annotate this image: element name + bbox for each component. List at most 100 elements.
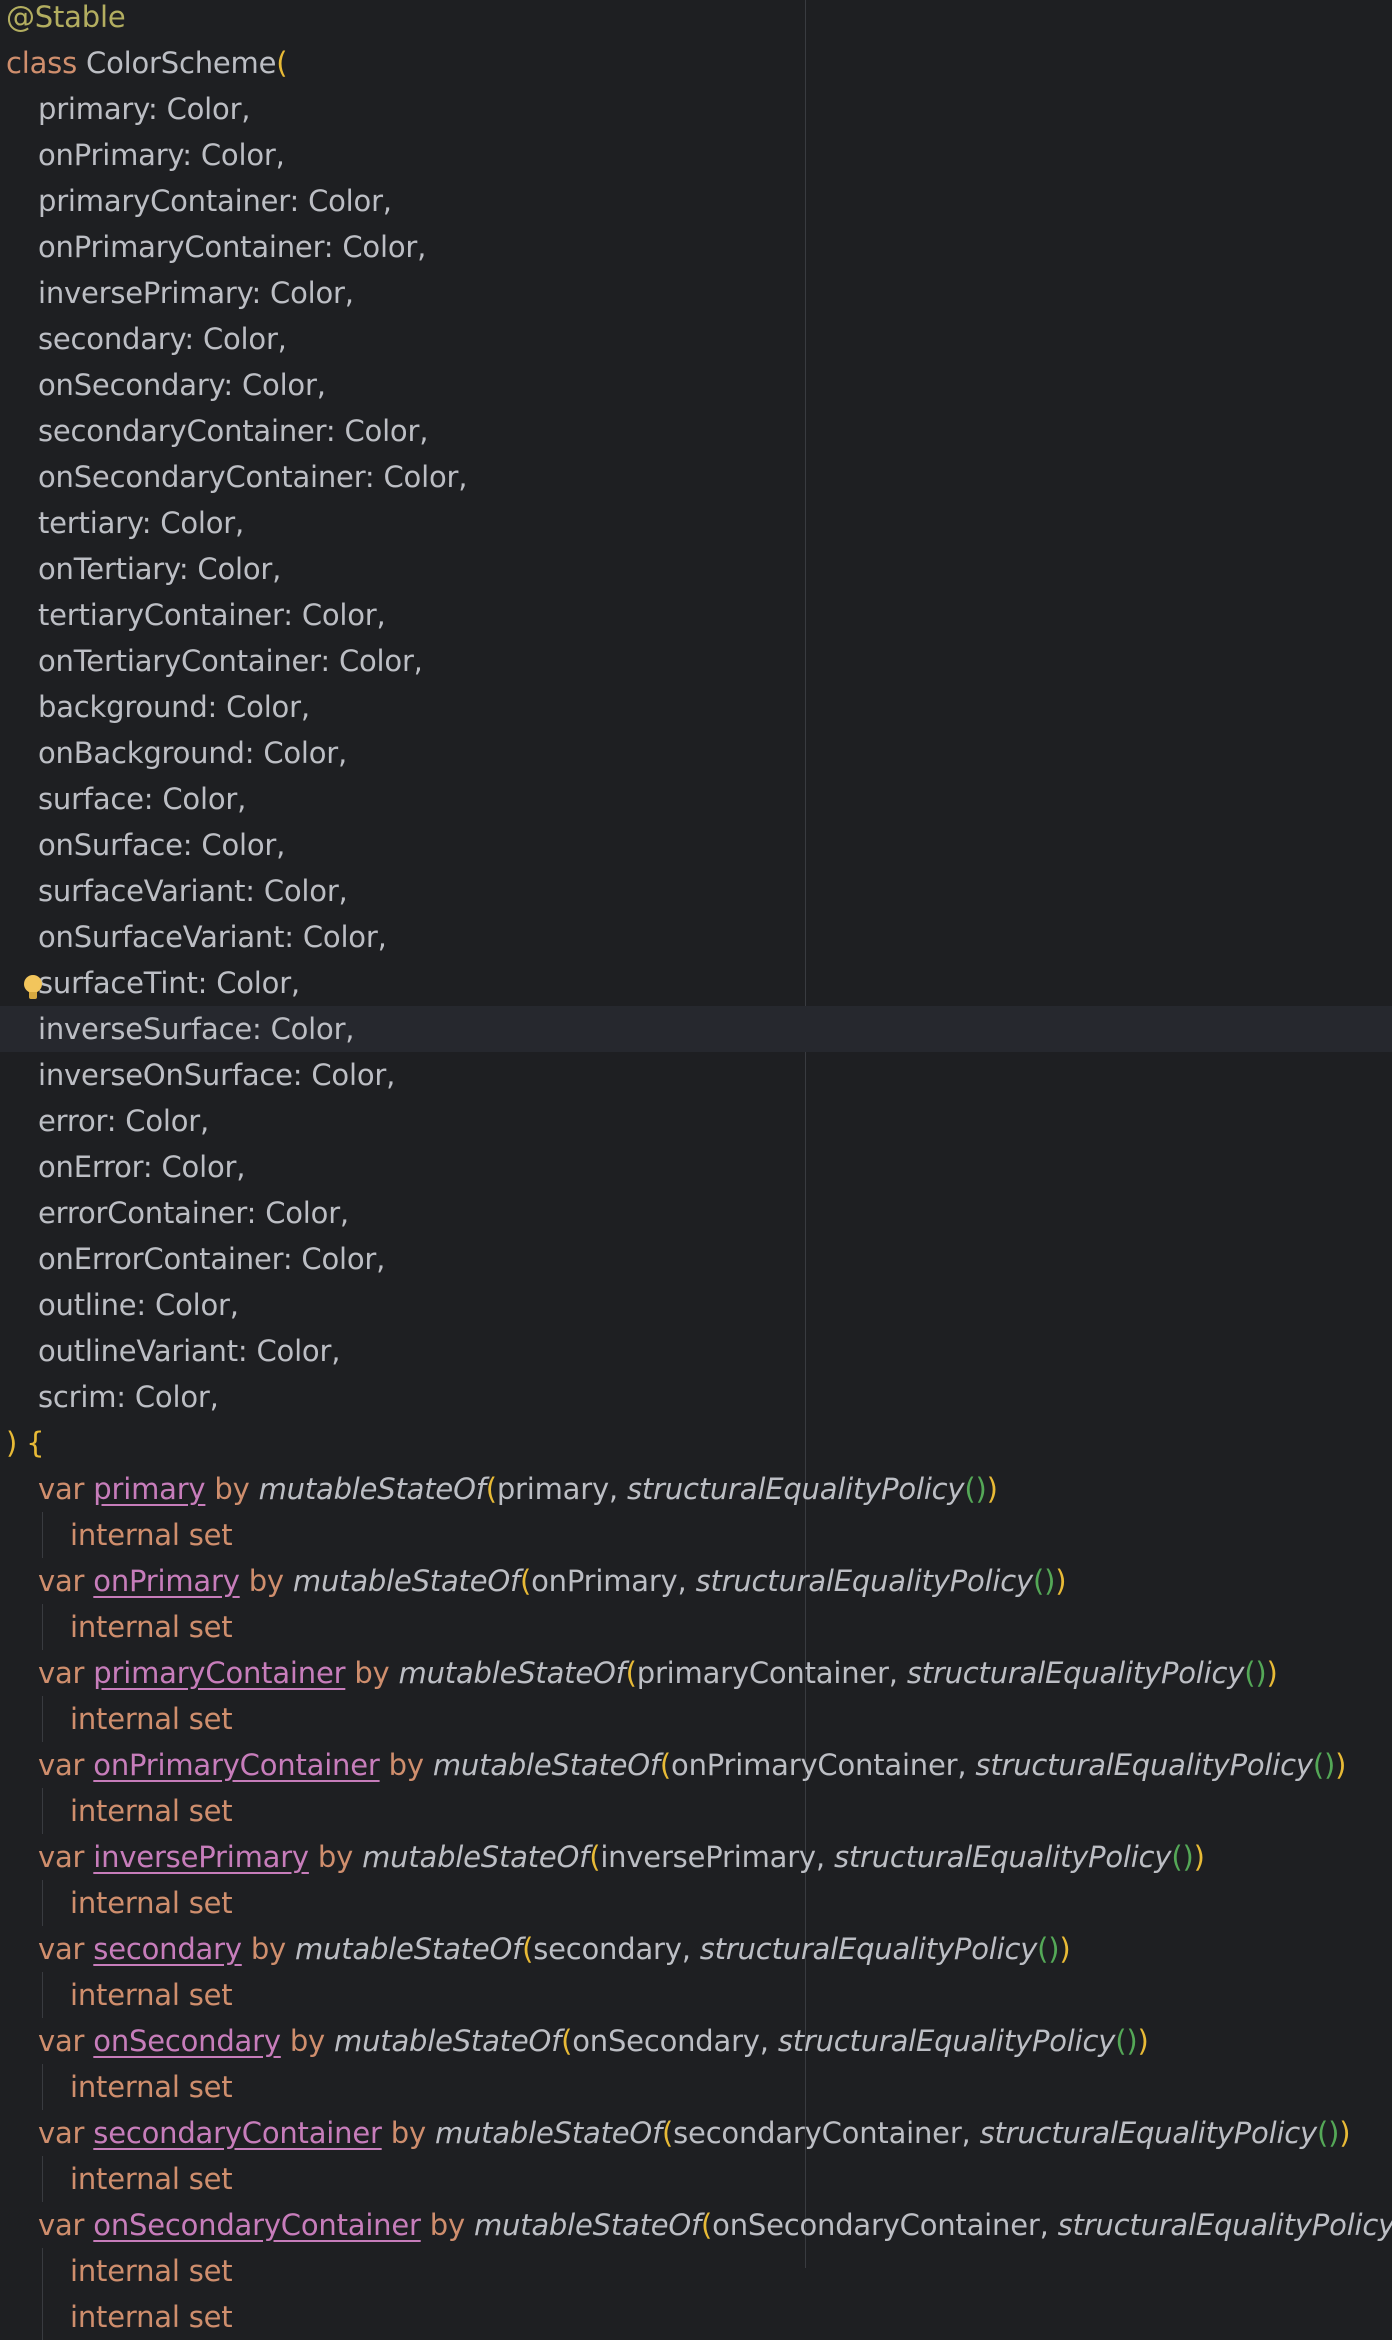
param-line[interactable]: onSecondary: Color, [0,362,1392,408]
open-paren: ( [561,2024,573,2058]
param-line[interactable]: onBackground: Color, [0,730,1392,776]
param-line[interactable]: onPrimaryContainer: Color, [0,224,1392,270]
param-line[interactable]: tertiaryContainer: Color, [0,592,1392,638]
open-paren: ( [625,1656,637,1690]
property-line[interactable]: var secondaryContainer by mutableStateOf… [0,2110,1392,2156]
internal-set: internal set [70,1518,233,1552]
lightbulb-base [29,992,37,999]
empty-call-parens: () [964,1472,987,1506]
internal-set: internal set [70,2254,233,2288]
param-line[interactable]: outline: Color, [0,1282,1392,1328]
var-keyword: var [38,1564,85,1598]
var-keyword: var [38,2116,85,2150]
property-name: onPrimary [93,1564,240,1598]
open-paren: ( [701,2208,713,2242]
var-keyword: var [38,1748,85,1782]
param-line[interactable]: onTertiary: Color, [0,546,1392,592]
argument-separator: , [677,1564,696,1598]
param-declaration: primary: Color, [38,92,251,126]
param-line[interactable]: onError: Color, [0,1144,1392,1190]
param-line[interactable]: surfaceVariant: Color, [0,868,1392,914]
internal-set: internal set [70,1978,233,2012]
annotation-line[interactable]: @Stable [0,0,1392,40]
param-line[interactable]: tertiary: Color, [0,500,1392,546]
property-line[interactable]: var onPrimaryContainer by mutableStateOf… [0,1742,1392,1788]
setter-line[interactable]: internal set [0,1604,1392,1650]
param-declaration: error: Color, [38,1104,210,1138]
param-line[interactable]: outlineVariant: Color, [0,1328,1392,1374]
argument-separator: , [888,1656,907,1690]
param-line[interactable]: onSurfaceVariant: Color, [0,914,1392,960]
argument: secondaryContainer [673,2116,962,2150]
param-line[interactable]: onSurface: Color, [0,822,1392,868]
param-line[interactable]: onSecondaryContainer: Color, [0,454,1392,500]
argument-separator: , [815,1840,834,1874]
setter-line[interactable]: internal set [0,2248,1392,2294]
param-declaration: onTertiary: Color, [38,552,282,586]
param-line[interactable]: inverseSurface: Color, [0,1006,1392,1052]
code-lines[interactable]: @Stable class ColorScheme( primary: Color,… [0,0,1392,2340]
policy-call: structuralEqualityPolicy [833,1840,1172,1874]
param-line[interactable]: inverseOnSurface: Color, [0,1052,1392,1098]
lightbulb-glass [24,975,42,993]
param-line[interactable]: onTertiaryContainer: Color, [0,638,1392,684]
param-declaration: inverseSurface: Color, [38,1012,355,1046]
lightbulb-icon[interactable] [24,975,42,1001]
setter-line[interactable]: internal set [0,1788,1392,1834]
property-line[interactable]: var inversePrimary by mutableStateOf(inv… [0,1834,1392,1880]
property-name: primary [93,1472,206,1506]
property-line[interactable]: var primaryContainer by mutableStateOf(p… [0,1650,1392,1696]
setter-line[interactable]: internal set [0,1972,1392,2018]
setter-line-partial[interactable]: internal set [0,2294,1392,2340]
close-paren: ) [1137,2024,1149,2058]
param-line[interactable]: surfaceTint: Color, [0,960,1392,1006]
setter-line[interactable]: internal set [0,1696,1392,1742]
open-paren: ( [520,1564,532,1598]
body-open-line[interactable]: ) { [0,1420,1392,1466]
empty-call-parens: () [1037,1932,1060,1966]
policy-call: structuralEqualityPolicy [975,1748,1313,1782]
param-line[interactable]: secondaryContainer: Color, [0,408,1392,454]
setter-line[interactable]: internal set [0,1512,1392,1558]
param-line[interactable]: primaryContainer: Color, [0,178,1392,224]
param-declaration: onError: Color, [38,1150,246,1184]
param-line[interactable]: surface: Color, [0,776,1392,822]
close-paren: ) [1266,1656,1278,1690]
param-declaration: secondaryContainer: Color, [38,414,429,448]
param-line[interactable]: primary: Color, [0,86,1392,132]
policy-call: structuralEqualityPolicy [695,1564,1034,1598]
policy-call: structuralEqualityPolicy [777,2024,1116,2058]
property-line[interactable]: var primary by mutableStateOf(primary, s… [0,1466,1392,1512]
property-line[interactable]: var onSecondaryContainer by mutableState… [0,2202,1392,2248]
param-declaration: onSecondary: Color, [38,368,326,402]
class-declaration-line[interactable]: class ColorScheme( [0,40,1392,86]
empty-call-parens: () [1244,1656,1267,1690]
param-line[interactable]: scrim: Color, [0,1374,1392,1420]
param-line[interactable]: secondary: Color, [0,316,1392,362]
mutable-state-call: mutableStateOf [258,1472,486,1506]
setter-line[interactable]: internal set [0,2064,1392,2110]
internal-set: internal set [70,1702,233,1736]
property-name: primaryContainer [93,1656,346,1690]
empty-call-parens: () [1312,1748,1336,1782]
property-line[interactable]: var secondary by mutableStateOf(secondar… [0,1926,1392,1972]
param-line[interactable]: error: Color, [0,1098,1392,1144]
param-line[interactable]: errorContainer: Color, [0,1190,1392,1236]
param-line[interactable]: background: Color, [0,684,1392,730]
setter-line[interactable]: internal set [0,1880,1392,1926]
param-declaration: onPrimary: Color, [38,138,285,172]
class-keyword: class [6,46,77,80]
param-line[interactable]: onErrorContainer: Color, [0,1236,1392,1282]
param-line[interactable]: inversePrimary: Color, [0,270,1392,316]
argument-separator: , [961,2116,980,2150]
policy-call: structuralEqualityPolicy [1057,2208,1392,2242]
param-declaration: onPrimaryContainer: Color, [38,230,427,264]
property-line[interactable]: var onPrimary by mutableStateOf(onPrimar… [0,1558,1392,1604]
open-paren: ( [276,46,288,80]
code-editor[interactable]: @Stable class ColorScheme( primary: Color,… [0,0,1392,2340]
param-declaration: surfaceTint: Color, [38,966,300,1000]
param-line[interactable]: onPrimary: Color, [0,132,1392,178]
property-line[interactable]: var onSecondary by mutableStateOf(onSeco… [0,2018,1392,2064]
setter-line[interactable]: internal set [0,2156,1392,2202]
param-declaration: inversePrimary: Color, [38,276,354,310]
